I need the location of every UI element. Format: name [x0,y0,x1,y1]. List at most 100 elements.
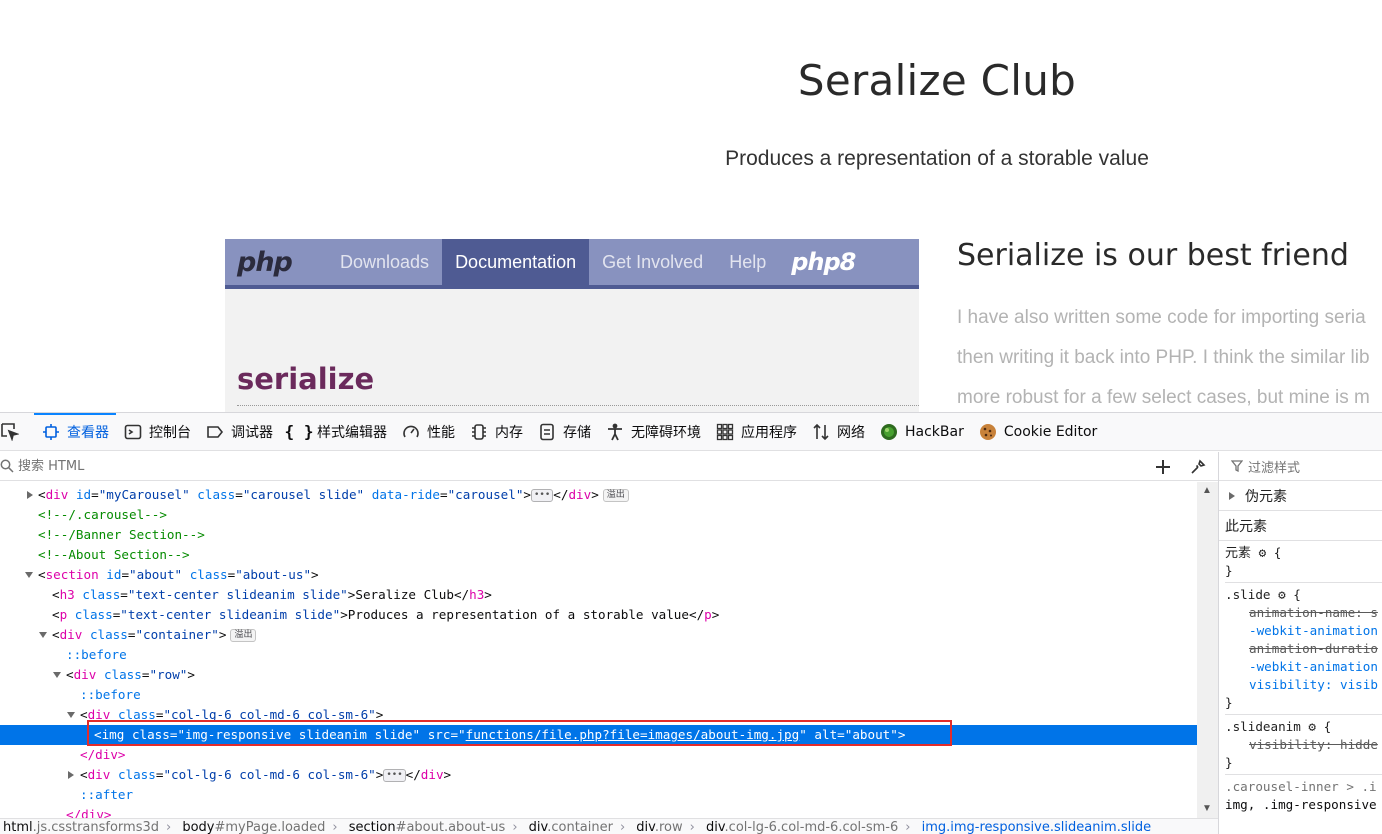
tab-accessibility[interactable]: 无障碍环境 [598,413,708,451]
pseudo-before[interactable]: ::before [0,685,1197,705]
collapsed-ellipsis[interactable]: ••• [531,489,554,502]
tree-node[interactable]: <div class="container"> 溢出 [0,625,1197,645]
tab-network[interactable]: 网络 [804,413,872,451]
tab-storage[interactable]: 存储 [530,413,598,451]
breadcrumb-item[interactable]: html.js.csstransforms3d [0,819,162,834]
comment-node[interactable]: <!--About Section--> [0,545,1197,565]
pseudo-elements-toggle[interactable]: 伪元素 [1219,481,1382,511]
breadcrumb-separator-icon: › [512,820,518,834]
gear-icon[interactable]: ⚙ [1278,587,1286,602]
search-html-input[interactable] [18,454,1118,478]
about-line-2: then writing it back into PHP. I think t… [957,347,1370,368]
element-picker-icon [0,422,20,442]
tab-inspector[interactable]: 查看器 [34,412,116,451]
tree-node[interactable]: <div class="col-lg-6 col-md-6 col-sm-6"> [0,705,1197,725]
collapse-toggle[interactable] [66,705,76,725]
tab-label: HackBar [905,423,964,440]
rules-panel: 过滤样式 伪元素 此元素 元素 ⚙ { } .slide ⚙ { animati… [1218,452,1382,834]
tab-style-editor[interactable]: { } 样式编辑器 [280,413,394,451]
element-picker-button[interactable] [0,413,34,451]
rule-carousel[interactable]: .carousel-inner > .i img, .img-responsiv… [1225,775,1382,814]
tree-node[interactable]: <div id="myCarousel" class="carousel sli… [0,485,1197,505]
breadcrumb-item[interactable]: div.container [526,819,616,834]
tree-node[interactable]: <p class="text-center slideanim slide">P… [0,605,1197,625]
breadcrumb-item[interactable]: div.col-lg-6.col-md-6.col-sm-6 [703,819,901,834]
rule-declaration[interactable]: animation-duratio [1225,640,1382,658]
selected-img-node[interactable]: <img class="img-responsive slideanim sli… [0,725,1197,745]
tree-node[interactable]: <div class="col-lg-6 col-md-6 col-sm-6">… [0,765,1197,785]
pseudo-before[interactable]: ::before [0,645,1197,665]
gear-icon[interactable]: ⚙ [1308,719,1316,734]
accessibility-icon [605,422,625,442]
php-navbar: php Downloads Documentation Get Involved… [225,239,919,289]
tab-cookie-editor[interactable]: Cookie Editor [971,413,1104,451]
breadcrumb-item[interactable]: body#myPage.loaded [179,819,328,834]
src-link[interactable]: functions/file.php?file=images/about-img… [466,727,800,742]
pseudo-elements-label: 伪元素 [1245,488,1287,505]
overflow-badge[interactable]: 溢出 [602,489,629,502]
scroll-up-icon[interactable]: ▲ [1201,485,1213,497]
storage-icon [537,422,557,442]
tree-node[interactable]: <div class="row"> [0,665,1197,685]
gear-icon[interactable]: ⚙ [1259,545,1267,560]
tab-debugger[interactable]: 调试器 [198,413,280,451]
rule-declaration[interactable]: animation-name: s [1225,604,1382,622]
breadcrumb-separator-icon: › [905,820,911,834]
rules-filter-bar[interactable]: 过滤样式 [1219,452,1382,481]
search-icon [0,459,14,473]
collapsed-ellipsis[interactable]: ••• [383,769,406,782]
markup-tree: <div id="myCarousel" class="carousel sli… [0,482,1197,818]
inspector-icon [41,422,61,442]
rule-declaration[interactable]: visibility: hidde [1225,736,1382,754]
about-line-1: I have also written some code for import… [957,307,1366,328]
tab-console[interactable]: 控制台 [116,413,198,451]
breadcrumb: html.js.csstransforms3d › body#myPage.loa… [0,818,1218,834]
close-tag[interactable]: </div> [0,745,1197,765]
php-logo: php [237,246,293,278]
filter-icon [1231,460,1243,472]
application-icon [715,422,735,442]
eyedropper-button[interactable] [1186,455,1210,479]
rule-declaration[interactable]: -webkit-animation [1225,622,1382,640]
expand-toggle[interactable] [66,765,76,785]
tree-node[interactable]: <h3 class="text-center slideanim slide">… [0,585,1197,605]
collapse-toggle[interactable] [52,665,62,685]
tab-hackbar[interactable]: HackBar [872,413,971,451]
tab-performance[interactable]: 性能 [394,413,462,451]
pseudo-after[interactable]: ::after [0,785,1197,805]
breadcrumb-item[interactable]: section#about.about-us [346,819,509,834]
tab-label: 网络 [837,424,865,441]
memory-icon [469,422,489,442]
breadcrumb-separator-icon: › [166,820,172,834]
add-node-button[interactable] [1151,455,1175,479]
rule-declaration[interactable]: -webkit-animation [1225,658,1382,676]
eyedropper-icon [1191,459,1206,474]
markup-scrollbar[interactable]: ▲ ▼ [1197,482,1218,818]
comment-node[interactable]: <!--/Banner Section--> [0,525,1197,545]
page-subtitle: Produces a representation of a storable … [725,147,1149,170]
rules-list: 元素 ⚙ { } .slide ⚙ { animation-name: s -w… [1219,541,1382,814]
close-tag[interactable]: </div> [0,805,1197,818]
about-line-3: more robust for a few select cases, but … [957,387,1370,408]
rule-element[interactable]: 元素 ⚙ { } [1225,541,1382,583]
tab-application[interactable]: 应用程序 [708,413,804,451]
rule-selector: .carousel-inner > .i [1225,779,1377,794]
comment-node[interactable]: <!--/.carousel--> [0,505,1197,525]
hackbar-icon [879,422,899,442]
expand-toggle[interactable] [25,485,35,505]
overflow-badge[interactable]: 溢出 [230,629,257,642]
breadcrumb-item-selected[interactable]: img.img-responsive.slideanim.slide [919,819,1154,834]
collapse-toggle[interactable] [24,565,34,585]
breadcrumb-item[interactable]: div.row [633,819,685,834]
rule-slideanim[interactable]: .slideanim ⚙ { visibility: hidde } [1225,715,1382,775]
php-nav-help: Help [729,252,767,272]
tab-memory[interactable]: 内存 [462,413,530,451]
tab-label: 性能 [427,424,455,441]
tree-node[interactable]: <section id="about" class="about-us"> [0,565,1197,585]
collapse-toggle[interactable] [38,625,48,645]
console-icon [123,422,143,442]
scroll-down-icon[interactable]: ▼ [1201,803,1213,815]
tab-label: Cookie Editor [1003,423,1098,440]
rule-declaration[interactable]: visibility: visib [1225,676,1382,694]
rule-slide[interactable]: .slide ⚙ { animation-name: s -webkit-ani… [1225,583,1382,715]
